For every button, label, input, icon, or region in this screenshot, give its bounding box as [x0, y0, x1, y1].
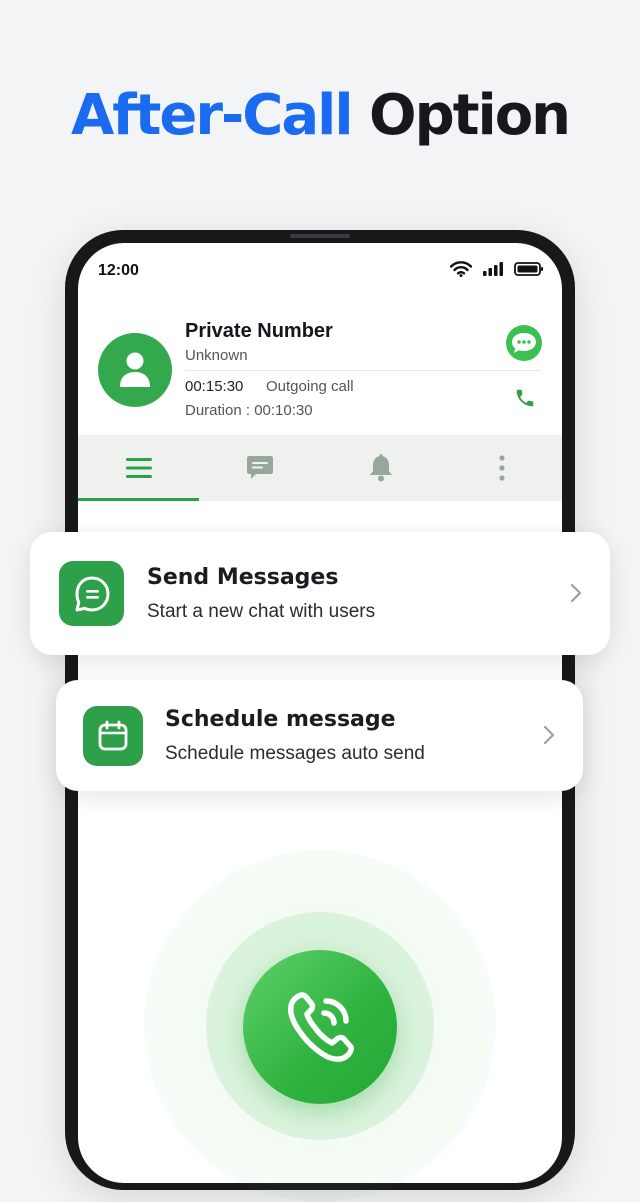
caller-avatar	[98, 333, 172, 407]
message-button[interactable]	[506, 325, 542, 361]
schedule-message-title: Schedule message	[165, 707, 396, 732]
chat-bubble-icon	[75, 576, 109, 611]
menu-icon	[125, 458, 152, 478]
signal-icon	[483, 262, 503, 276]
send-messages-icon-tile	[59, 561, 124, 626]
speaker-slot	[290, 234, 350, 238]
headline-accent: After-Call	[70, 83, 354, 148]
tab-notifications[interactable]	[320, 435, 441, 501]
send-messages-card[interactable]: Send Messages Start a new chat with user…	[30, 532, 610, 655]
tab-bar	[78, 435, 562, 501]
headline-dark: Option	[369, 83, 571, 148]
call-time: 00:15:30	[185, 378, 244, 395]
bell-icon	[369, 454, 392, 482]
schedule-message-card[interactable]: Schedule message Schedule messages auto …	[56, 680, 583, 791]
send-messages-subtitle: Start a new chat with users	[147, 601, 376, 622]
more-vertical-icon	[498, 455, 505, 481]
send-messages-title: Send Messages	[147, 565, 339, 590]
caller-divider	[185, 370, 541, 371]
message-icon	[246, 456, 273, 479]
status-time: 12:00	[98, 262, 139, 279]
tab-more[interactable]	[441, 435, 562, 501]
call-type: Outgoing call	[266, 378, 354, 395]
caller-name: Private Number	[185, 320, 333, 342]
calendar-icon	[98, 720, 128, 751]
call-back-button[interactable]	[510, 383, 540, 413]
answer-call-button[interactable]	[243, 950, 397, 1104]
schedule-message-icon-tile	[83, 706, 143, 766]
caller-subtitle: Unknown	[185, 347, 248, 364]
chevron-right-icon	[570, 583, 582, 603]
chat-dots-icon	[512, 333, 536, 353]
headline: After-Call Option	[0, 78, 640, 154]
user-icon	[120, 352, 150, 387]
status-icons	[450, 261, 544, 277]
phone-ringing-icon	[287, 992, 354, 1062]
wifi-icon	[450, 261, 472, 277]
battery-icon	[514, 262, 543, 276]
schedule-message-subtitle: Schedule messages auto send	[165, 743, 425, 764]
call-duration: Duration : 00:10:30	[185, 402, 313, 419]
status-bar: 12:00	[78, 243, 562, 299]
phone-icon	[516, 389, 534, 407]
tab-menu[interactable]	[78, 435, 199, 501]
chevron-right-icon	[543, 725, 555, 745]
tab-messages[interactable]	[199, 435, 320, 501]
